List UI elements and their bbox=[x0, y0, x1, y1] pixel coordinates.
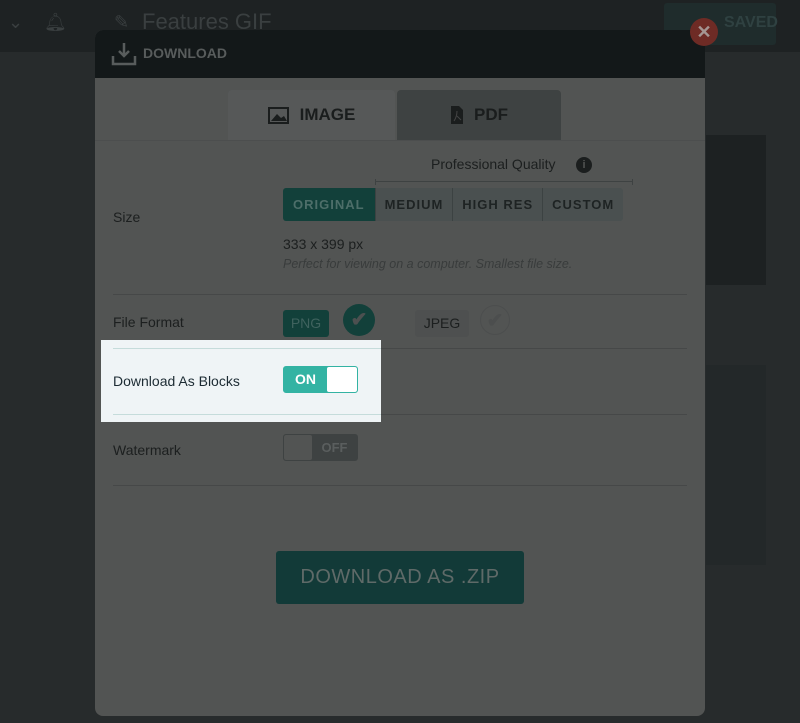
watermark-label: Watermark bbox=[113, 442, 181, 458]
tab-label: PDF bbox=[474, 105, 508, 124]
size-selector: ORIGINAL MEDIUM HIGH RES CUSTOM bbox=[283, 188, 624, 221]
download-as-blocks-label: Download As Blocks bbox=[113, 373, 240, 389]
size-label: Size bbox=[113, 209, 141, 225]
toggle-state: OFF bbox=[321, 440, 348, 455]
info-icon[interactable]: i bbox=[576, 157, 592, 173]
close-icon[interactable]: ✕ bbox=[690, 18, 718, 46]
download-zip-button[interactable]: DOWNLOAD AS .ZIP bbox=[276, 551, 524, 604]
divider bbox=[113, 414, 381, 415]
divider bbox=[95, 140, 705, 141]
divider bbox=[381, 414, 687, 415]
divider bbox=[113, 348, 381, 349]
pdf-icon bbox=[451, 106, 463, 124]
check-icon[interactable]: ✔ bbox=[480, 305, 510, 335]
modal-header: DOWNLOAD bbox=[95, 30, 705, 78]
tab-pdf[interactable]: PDF bbox=[397, 90, 561, 140]
modal-title: DOWNLOAD bbox=[143, 45, 227, 61]
side-panel bbox=[706, 135, 766, 285]
download-as-blocks-toggle[interactable]: ON bbox=[283, 366, 358, 393]
toggle-knob bbox=[327, 367, 357, 392]
bell-icon[interactable]: 🔔︎ bbox=[44, 12, 67, 33]
size-medium-button[interactable]: MEDIUM bbox=[374, 188, 453, 221]
check-icon[interactable]: ✔ bbox=[343, 304, 375, 336]
image-icon bbox=[267, 107, 289, 124]
chevron-down-icon[interactable]: ⌄ bbox=[8, 12, 23, 33]
quality-group-label: Professional Quality bbox=[431, 156, 556, 172]
image-dimensions: 333 x 399 px bbox=[283, 236, 364, 252]
size-custom-button[interactable]: CUSTOM bbox=[542, 188, 624, 221]
watermark-toggle[interactable]: OFF bbox=[283, 434, 358, 461]
format-jpeg-button[interactable]: JPEG bbox=[415, 310, 469, 337]
download-icon bbox=[111, 43, 137, 66]
toggle-knob bbox=[284, 435, 312, 460]
tab-label: IMAGE bbox=[299, 105, 356, 124]
file-format-label: File Format bbox=[113, 314, 184, 330]
toggle-state: ON bbox=[295, 371, 316, 387]
download-modal: DOWNLOAD IMAGE PDF Professional Quality … bbox=[95, 30, 705, 716]
size-description: Perfect for viewing on a computer. Small… bbox=[283, 257, 573, 271]
size-high-res-button[interactable]: HIGH RES bbox=[452, 188, 543, 221]
tab-image[interactable]: IMAGE bbox=[228, 90, 395, 140]
quality-bracket bbox=[375, 179, 633, 185]
divider bbox=[113, 294, 687, 295]
download-as-blocks-row: Download As Blocks ON bbox=[101, 340, 381, 422]
divider bbox=[113, 485, 687, 486]
format-png-button[interactable]: PNG bbox=[283, 310, 329, 337]
size-original-button[interactable]: ORIGINAL bbox=[283, 188, 375, 221]
side-panel bbox=[706, 365, 766, 565]
